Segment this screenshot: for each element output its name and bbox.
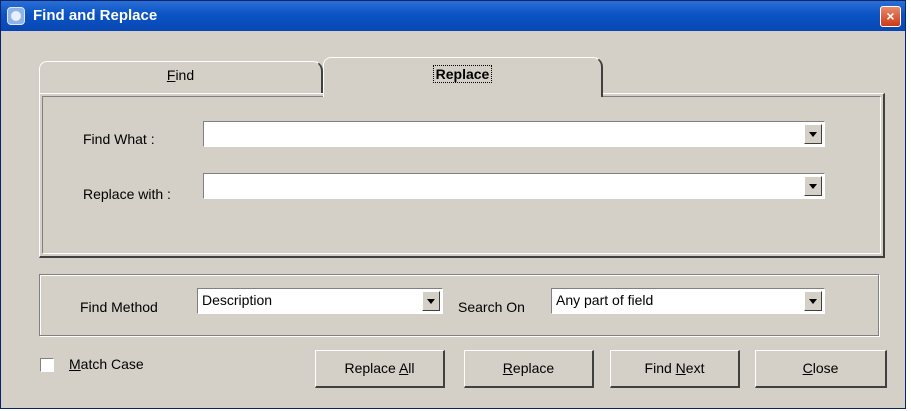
find-what-combo[interactable] xyxy=(203,121,825,147)
match-case-checkbox[interactable] xyxy=(40,358,54,372)
find-next-button[interactable]: Find Next xyxy=(610,350,740,388)
tab-replace-label: Replace xyxy=(432,65,493,83)
match-case-label[interactable]: Match Case xyxy=(69,356,144,372)
tab-replace[interactable]: Replace xyxy=(323,57,603,97)
replace-all-button[interactable]: Replace All xyxy=(315,350,445,388)
find-what-label: Find What : xyxy=(83,131,155,147)
title-bar[interactable]: Find and Replace × xyxy=(1,1,905,31)
find-method-label: Find Method xyxy=(80,299,158,315)
find-method-select[interactable]: Description xyxy=(197,288,443,314)
replace-button[interactable]: Replace xyxy=(464,350,594,388)
find-method-value: Description xyxy=(202,292,273,308)
replace-with-combo[interactable] xyxy=(203,173,825,199)
dropdown-arrow-icon[interactable] xyxy=(804,291,822,311)
tab-find[interactable]: Find xyxy=(39,61,323,93)
search-on-value: Any part of field xyxy=(556,292,654,308)
close-icon[interactable]: × xyxy=(880,6,901,27)
tab-find-label: Find xyxy=(166,67,195,83)
search-on-label: Search On xyxy=(458,299,525,315)
app-icon xyxy=(7,7,25,25)
dropdown-arrow-icon[interactable] xyxy=(804,124,822,144)
search-on-select[interactable]: Any part of field xyxy=(551,288,825,314)
dropdown-arrow-icon[interactable] xyxy=(804,176,822,196)
find-replace-dialog: Find and Replace × Find Replace Find Wha… xyxy=(0,0,906,409)
close-button[interactable]: Close xyxy=(755,350,887,388)
dropdown-arrow-icon[interactable] xyxy=(422,291,440,311)
replace-with-label: Replace with : xyxy=(83,186,171,202)
window-title: Find and Replace xyxy=(33,7,158,24)
